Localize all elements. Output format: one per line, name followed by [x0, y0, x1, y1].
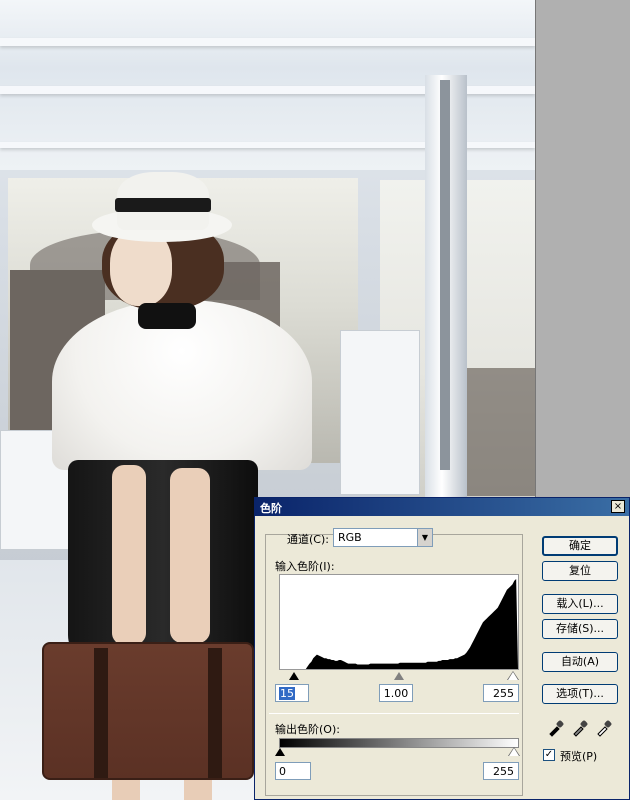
hat-band [115, 198, 211, 212]
black-skirt [68, 460, 258, 665]
eyedropper-white-icon[interactable] [595, 719, 613, 737]
channel-label: 通道(C): [287, 533, 329, 546]
input-levels-label: 输入色阶(I): [275, 560, 335, 573]
close-icon[interactable]: × [611, 500, 625, 513]
separator [269, 713, 519, 714]
channel-select[interactable]: RGB ▼ [333, 528, 433, 547]
auto-button[interactable]: 自动(A) [542, 652, 618, 672]
bow-tie [138, 303, 196, 329]
suitcase-strap [208, 648, 222, 778]
dialog-titlebar[interactable]: 色阶 × [255, 498, 629, 516]
output-black-field[interactable]: 0 [275, 762, 311, 780]
output-gradient [279, 738, 519, 748]
mural-building [462, 368, 535, 496]
ok-button[interactable]: 确定 [542, 536, 618, 556]
histogram [279, 574, 519, 670]
eyedropper-black-icon[interactable] [547, 719, 565, 737]
histogram-area [280, 579, 518, 669]
output-white-value: 255 [493, 765, 514, 778]
input-white-field[interactable]: 255 [483, 684, 519, 702]
input-gamma-field[interactable]: 1.00 [379, 684, 413, 702]
bench [340, 330, 420, 495]
output-white-field[interactable]: 255 [483, 762, 519, 780]
suitcase-strap [94, 648, 108, 778]
ceiling-beam [0, 38, 535, 46]
pole-rail [440, 80, 450, 470]
input-slider[interactable] [279, 671, 519, 681]
output-levels-label: 输出色阶(O): [275, 723, 340, 736]
output-white-slider-fill [509, 748, 519, 756]
input-gamma-value: 1.00 [383, 687, 409, 700]
levels-dialog: 色阶 × 通道(C): RGB ▼ 输入色阶(I): 15 1.00 255 输… [254, 497, 630, 800]
reset-button[interactable]: 复位 [542, 561, 618, 581]
histogram-chart [280, 579, 518, 669]
input-white-slider-fill [508, 672, 518, 680]
chevron-down-icon[interactable]: ▼ [417, 529, 432, 546]
save-button[interactable]: 存储(S)... [542, 619, 618, 639]
input-black-field[interactable]: 15 [275, 684, 309, 702]
input-gamma-slider[interactable] [394, 672, 404, 680]
channel-value: RGB [338, 531, 362, 544]
dialog-title: 色阶 [260, 502, 282, 515]
preview-checkbox[interactable]: ✓ [543, 749, 555, 761]
input-white-value: 255 [493, 687, 514, 700]
input-black-slider[interactable] [289, 672, 299, 680]
eyedropper-gray-icon[interactable] [571, 719, 589, 737]
load-button[interactable]: 载入(L)... [542, 594, 618, 614]
suitcase [42, 642, 254, 780]
options-button[interactable]: 选项(T)... [542, 684, 618, 704]
preview-label: 预览(P) [560, 750, 598, 763]
output-black-value: 0 [279, 765, 286, 778]
output-black-slider[interactable] [275, 748, 285, 756]
left-arm [112, 465, 146, 645]
right-arm [170, 468, 210, 643]
input-black-value: 15 [279, 687, 295, 700]
